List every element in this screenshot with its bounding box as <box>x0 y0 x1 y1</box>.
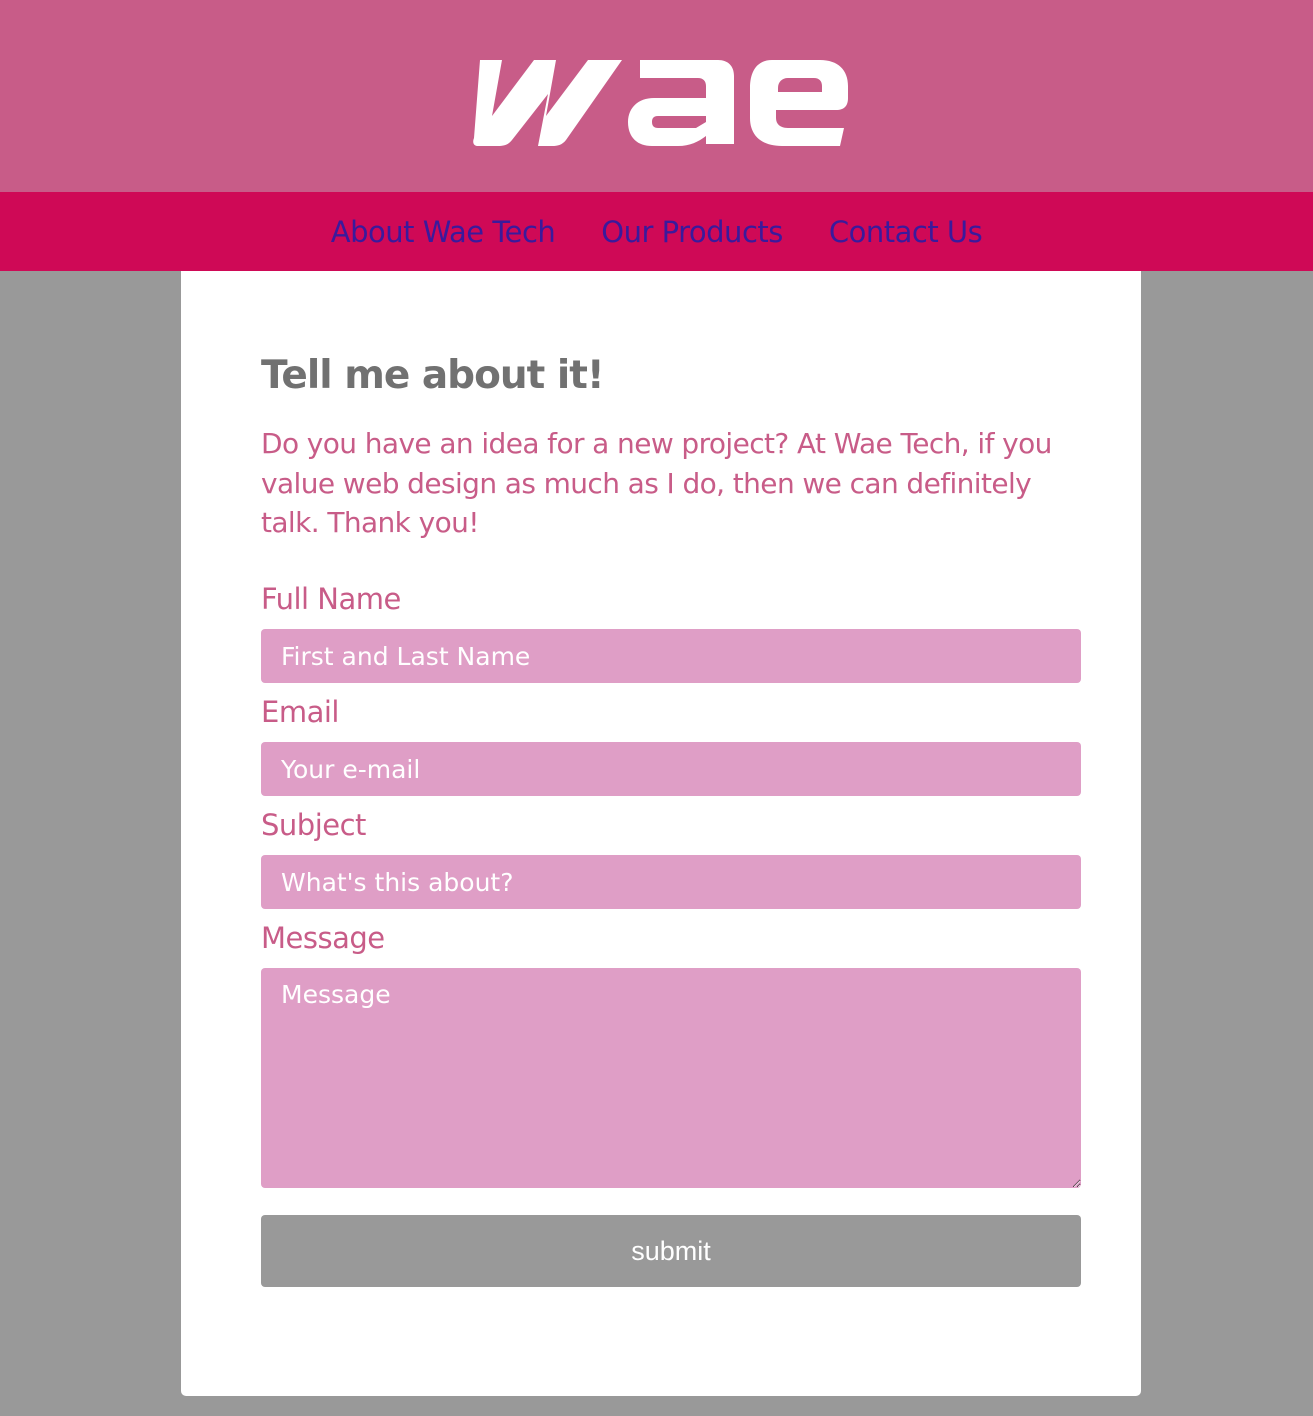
intro-text: Do you have an idea for a new project? A… <box>261 427 1052 539</box>
message-textarea[interactable] <box>261 968 1081 1188</box>
nav-link-contact[interactable]: Contact Us <box>829 215 983 249</box>
full-name-input[interactable] <box>261 629 1081 683</box>
main-nav: About Wae Tech Our Products Contact Us <box>0 192 1313 271</box>
subject-input[interactable] <box>261 855 1081 909</box>
subject-label: Subject <box>261 808 366 842</box>
full-name-label: Full Name <box>261 582 401 616</box>
email-input[interactable] <box>261 742 1081 796</box>
submit-button[interactable]: submit <box>261 1215 1081 1287</box>
contact-card: Tell me about it! Do you have an idea fo… <box>181 271 1141 1396</box>
email-label: Email <box>261 695 339 729</box>
page-title: Tell me about it! <box>261 353 605 398</box>
site-header <box>0 0 1313 192</box>
message-label: Message <box>261 921 385 955</box>
wae-logo[interactable] <box>472 54 852 150</box>
nav-link-products[interactable]: Our Products <box>601 215 783 249</box>
nav-link-about[interactable]: About Wae Tech <box>331 215 556 249</box>
